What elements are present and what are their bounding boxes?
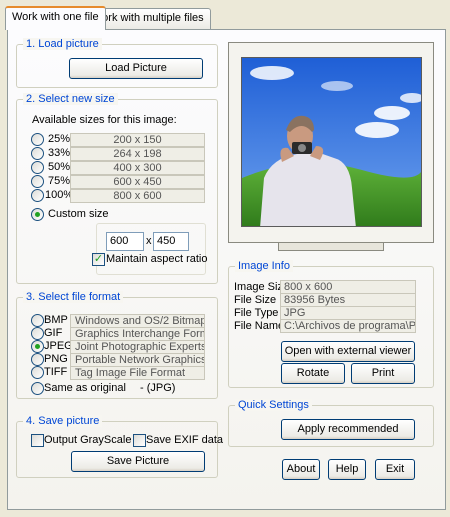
exit-button[interactable]: Exit (375, 459, 415, 480)
save-picture-legend: 4. Save picture (23, 415, 103, 427)
format-radio-bmp[interactable] (31, 314, 44, 327)
format-desc-jpeg: Joint Photographic Experts Group (70, 340, 205, 354)
load-picture-button[interactable]: Load Picture (69, 58, 203, 79)
preview-stand (278, 243, 384, 251)
quick-settings-legend: Quick Settings (235, 399, 312, 411)
tab-one-file[interactable]: Work with one file (5, 6, 106, 30)
format-desc-bmp: Windows and OS/2 Bitmaps (70, 314, 205, 328)
available-sizes-caption: Available sizes for this image: (32, 114, 177, 126)
size-radio-100[interactable] (31, 189, 44, 202)
help-button[interactable]: Help (328, 459, 366, 480)
about-button[interactable]: About (282, 459, 320, 480)
size-dims-25: 200 x 150 (70, 133, 205, 147)
custom-height-input[interactable]: 450 (153, 232, 189, 251)
save-exif-label: Save EXIF data (146, 434, 224, 446)
file-format-legend: 3. Select file format (23, 291, 124, 303)
size-pct-50: 50% (48, 161, 71, 173)
apply-recommended-button[interactable]: Apply recommended (281, 419, 415, 440)
print-button[interactable]: Print (351, 363, 415, 384)
image-info-legend: Image Info (235, 260, 293, 272)
grayscale-checkbox[interactable] (31, 434, 44, 447)
custom-times-label: x (146, 235, 152, 247)
size-dims-100: 800 x 600 (70, 189, 205, 203)
format-radio-tiff[interactable] (31, 366, 44, 379)
format-desc-tiff: Tag Image File Format (70, 366, 205, 380)
tab-one-file-label: Work with one file (12, 11, 99, 23)
select-size-legend: 2. Select new size (23, 93, 118, 105)
info-label-file-type: File Type (234, 307, 279, 319)
preview-photo-art (242, 58, 421, 226)
size-radio-25[interactable] (31, 133, 44, 146)
maintain-aspect-label: Maintain aspect ratio (106, 253, 208, 265)
size-radio-33[interactable] (31, 147, 44, 160)
rotate-button[interactable]: Rotate (281, 363, 345, 384)
info-label-file-name: File Name (234, 320, 285, 332)
tab-multiple-files-label: Work with multiple files (92, 12, 204, 24)
load-picture-legend: 1. Load picture (23, 38, 102, 50)
custom-size-label: Custom size (48, 208, 109, 220)
preview-image (241, 57, 422, 227)
maintain-aspect-checkbox[interactable]: ✓ (92, 253, 105, 266)
open-external-viewer-button[interactable]: Open with external viewer (281, 341, 415, 362)
info-value-file-name: C:\Archivos de programa\PIXresizer\ (280, 319, 416, 333)
format-code-jpeg: JPEG (44, 340, 73, 352)
format-radio-png[interactable] (31, 353, 44, 366)
custom-size-radio[interactable] (31, 208, 44, 221)
same-as-original-suffix: - (JPG) (140, 382, 176, 394)
format-code-tiff: TIFF (44, 366, 68, 378)
info-value-image-size: 800 x 600 (280, 280, 416, 294)
save-exif-checkbox[interactable] (133, 434, 146, 447)
size-radio-50[interactable] (31, 161, 44, 174)
size-pct-75: 75% (48, 175, 71, 187)
size-pct-100: 100% (45, 189, 74, 201)
size-dims-33: 264 x 198 (70, 147, 205, 161)
format-desc-png: Portable Network Graphics (70, 353, 205, 367)
size-dims-50: 400 x 300 (70, 161, 205, 175)
same-as-original-label: Same as original (44, 382, 126, 394)
grayscale-label: Output GrayScale (44, 434, 132, 446)
format-radio-same[interactable] (31, 382, 44, 395)
info-label-file-size: File Size (234, 294, 277, 306)
format-code-png: PNG (44, 353, 68, 365)
size-pct-25: 25% (48, 133, 71, 145)
save-picture-button[interactable]: Save Picture (71, 451, 205, 472)
custom-width-input[interactable]: 600 (106, 232, 144, 251)
size-radio-75[interactable] (31, 175, 44, 188)
format-radio-gif[interactable] (31, 327, 44, 340)
format-radio-jpeg[interactable] (31, 340, 44, 353)
size-dims-75: 600 x 450 (70, 175, 205, 189)
format-code-gif: GIF (44, 327, 63, 339)
format-desc-gif: Graphics Interchange Format (70, 327, 205, 341)
format-code-bmp: BMP (44, 314, 68, 326)
info-value-file-size: 83956 Bytes (280, 293, 416, 307)
info-value-file-type: JPG (280, 306, 416, 320)
size-pct-33: 33% (48, 147, 71, 159)
